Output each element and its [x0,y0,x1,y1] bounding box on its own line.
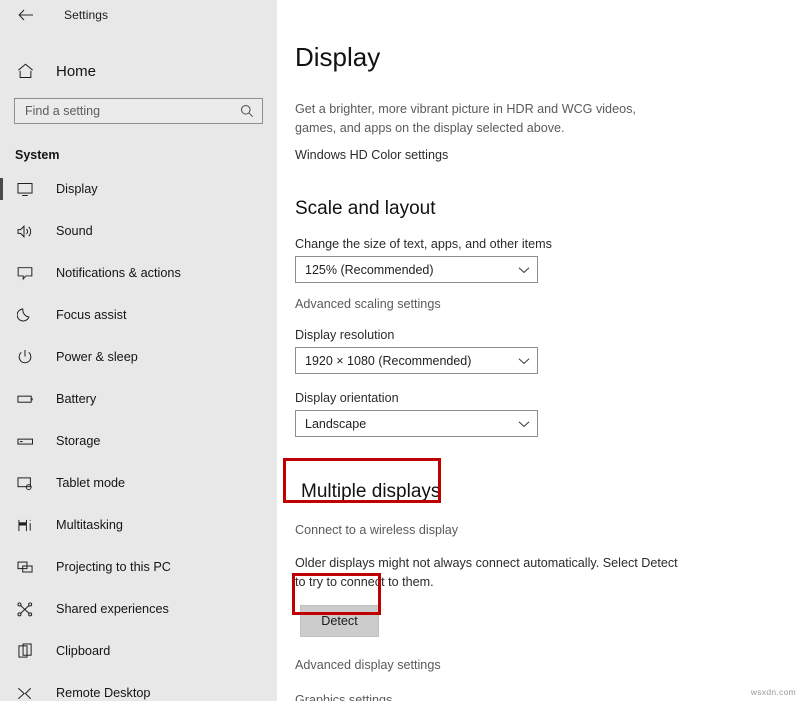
multiple-displays-section: Multiple displays [295,481,800,503]
resolution-dropdown[interactable]: 1920 × 1080 (Recommended) [295,347,538,374]
sidebar-item-label: Display [56,182,98,196]
connect-wireless-display-link[interactable]: Connect to a wireless display [295,523,458,537]
hdr-description: Get a brighter, more vibrant picture in … [295,102,636,135]
battery-icon [15,389,35,409]
monitor-icon [15,179,35,199]
home-label: Home [56,62,97,80]
search-icon[interactable] [236,104,258,118]
advanced-scaling-settings-link[interactable]: Advanced scaling settings [295,297,441,311]
sidebar-item-storage[interactable]: Storage [0,420,277,462]
home-icon [15,61,35,81]
detect-button[interactable]: Detect [300,605,379,637]
sidebar-item-label: Multitasking [56,518,123,532]
sidebar-item-label: Storage [56,434,101,448]
moon-icon [15,305,35,325]
sidebar-item-label: Battery [56,392,97,406]
sidebar-item-notifications[interactable]: Notifications & actions [0,252,277,294]
sidebar-item-shared-experiences[interactable]: Shared experiences [0,588,277,630]
speaker-icon [15,221,35,241]
watermark: wsxdn.com [750,687,796,697]
graphics-settings-link[interactable]: Graphics settings [295,693,392,701]
sidebar-item-remote-desktop[interactable]: Remote Desktop [0,672,277,701]
page-title: Display [295,42,381,72]
sidebar-item-projecting[interactable]: Projecting to this PC [0,546,277,588]
scale-and-layout-heading: Scale and layout [295,198,436,219]
chevron-down-icon [511,357,537,365]
sidebar-item-label: Clipboard [56,644,111,658]
scale-dropdown[interactable]: 125% (Recommended) [295,256,538,283]
sidebar-item-label: Sound [56,224,93,238]
storage-icon [15,431,35,451]
search-box[interactable] [14,98,263,124]
sidebar-item-tablet-mode[interactable]: Tablet mode [0,462,277,504]
scale-value: 125% (Recommended) [305,262,434,277]
settings-window: Settings Home System [0,0,800,701]
sidebar-item-label: Tablet mode [56,476,126,490]
sidebar-item-battery[interactable]: Battery [0,378,277,420]
sidebar-item-label: Remote Desktop [56,686,151,700]
title-bar: Settings [0,0,277,30]
orientation-value: Landscape [305,416,367,431]
search-input[interactable] [15,100,236,122]
sidebar-item-label: Notifications & actions [56,266,181,280]
detect-description: Older displays might not always connect … [295,556,678,589]
multitasking-icon [15,515,35,535]
sidebar: Settings Home System [0,0,277,701]
orientation-label: Display orientation [295,391,399,405]
sidebar-item-label: Projecting to this PC [56,560,171,574]
clipboard-icon [15,641,35,661]
multiple-displays-heading: Multiple displays [301,481,441,502]
back-arrow-icon[interactable] [12,3,40,27]
chevron-down-icon [511,266,537,274]
sidebar-item-sound[interactable]: Sound [0,210,277,252]
sidebar-item-label: Power & sleep [56,350,138,364]
sidebar-item-multitasking[interactable]: Multitasking [0,504,277,546]
chevron-down-icon [511,420,537,428]
main-content: Display Get a brighter, more vibrant pic… [277,0,800,701]
sidebar-item-power-sleep[interactable]: Power & sleep [0,336,277,378]
sidebar-item-label: Focus assist [56,308,127,322]
remote-desktop-icon [15,683,35,701]
sidebar-item-focus-assist[interactable]: Focus assist [0,294,277,336]
windows-hd-color-settings-link[interactable]: Windows HD Color settings [295,148,448,162]
orientation-dropdown[interactable]: Landscape [295,410,538,437]
sidebar-item-home[interactable]: Home [0,54,277,88]
advanced-display-settings-link[interactable]: Advanced display settings [295,658,441,672]
sidebar-item-label: Shared experiences [56,602,169,616]
sidebar-item-clipboard[interactable]: Clipboard [0,630,277,672]
power-icon [15,347,35,367]
share-icon [15,599,35,619]
scale-label: Change the size of text, apps, and other… [295,237,552,251]
tablet-icon [15,473,35,493]
notification-icon [15,263,35,283]
sidebar-nav-list: Display Sound Notifications & actions Fo… [0,168,277,701]
window-title: Settings [64,8,109,22]
resolution-value: 1920 × 1080 (Recommended) [305,353,472,368]
sidebar-section-header: System [15,148,60,162]
resolution-label: Display resolution [295,328,395,342]
projecting-icon [15,557,35,577]
sidebar-item-display[interactable]: Display [0,168,277,210]
